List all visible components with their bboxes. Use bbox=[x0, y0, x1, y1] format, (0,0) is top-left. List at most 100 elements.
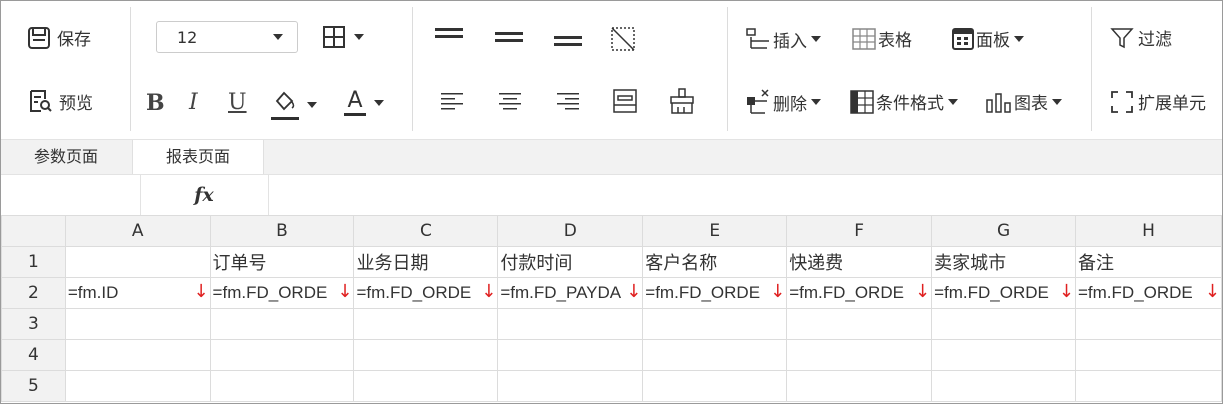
paint-bucket-icon bbox=[271, 89, 299, 121]
spreadsheet-grid: A B C D E F G H 1 订单号 业务日期 付款时间 客户名称 快递费… bbox=[1, 215, 1222, 402]
cell-b2[interactable]: =fm.FD_ORDE ↓ bbox=[209, 277, 355, 309]
grid-cell[interactable] bbox=[786, 308, 933, 340]
insert-button[interactable]: 插入 bbox=[745, 26, 821, 52]
grid-cell[interactable] bbox=[209, 370, 355, 402]
fx-icon[interactable]: fx bbox=[140, 175, 269, 215]
cell-formula: =fm.FD_ORDE bbox=[645, 283, 761, 302]
delete-button[interactable]: 删除 bbox=[745, 89, 821, 115]
grid-cell[interactable] bbox=[497, 339, 644, 371]
grid-cell[interactable] bbox=[786, 339, 933, 371]
cell-h1[interactable]: 备注 bbox=[1075, 246, 1222, 278]
preview-label: 预览 bbox=[59, 93, 93, 114]
row-header[interactable]: 4 bbox=[1, 339, 66, 371]
chevron-down-icon bbox=[811, 36, 821, 42]
preview-button[interactable]: 预览 bbox=[27, 88, 93, 114]
column-header-b[interactable]: B bbox=[209, 215, 355, 247]
font-size-select[interactable]: 12 bbox=[156, 21, 298, 53]
grid-cell[interactable] bbox=[1075, 308, 1222, 340]
expand-down-arrow-icon: ↓ bbox=[626, 281, 642, 302]
cell-g2[interactable]: =fm.FD_ORDE ↓ bbox=[931, 277, 1076, 309]
column-header-g[interactable]: G bbox=[931, 215, 1076, 247]
filter-button[interactable]: 过滤 bbox=[1110, 25, 1172, 50]
grid-cell[interactable] bbox=[209, 339, 355, 371]
bold-button[interactable]: B bbox=[146, 90, 165, 116]
clear-border-button[interactable] bbox=[610, 26, 636, 52]
grid-cell[interactable] bbox=[64, 308, 211, 340]
align-top-button[interactable] bbox=[435, 27, 463, 43]
panel-button[interactable]: 面板 bbox=[952, 26, 1024, 51]
cell-a1[interactable] bbox=[64, 246, 211, 278]
cell-f2[interactable]: =fm.FD_ORDE ↓ bbox=[786, 277, 933, 309]
table-button[interactable]: 表格 bbox=[852, 26, 912, 51]
align-center-button[interactable] bbox=[499, 91, 521, 111]
grid-cell[interactable] bbox=[353, 339, 499, 371]
grid-cell[interactable] bbox=[931, 339, 1076, 371]
grid-cell[interactable] bbox=[209, 308, 355, 340]
corner-cell[interactable] bbox=[1, 215, 66, 247]
grid-cell[interactable] bbox=[64, 339, 211, 371]
border-grid-icon bbox=[322, 25, 346, 49]
column-header-h[interactable]: H bbox=[1075, 215, 1222, 247]
align-right-button[interactable] bbox=[557, 91, 579, 111]
cell-h2[interactable]: =fm.FD_ORDE ↓ bbox=[1075, 277, 1222, 309]
cell-g1[interactable]: 卖家城市 bbox=[931, 246, 1076, 278]
row-header[interactable]: 2 bbox=[1, 277, 66, 309]
grid-cell[interactable] bbox=[642, 308, 788, 340]
grid-cell[interactable] bbox=[786, 370, 933, 402]
tab-parameter-page[interactable]: 参数页面 bbox=[1, 140, 131, 174]
grid-cell[interactable] bbox=[353, 370, 499, 402]
font-color-letter: A bbox=[347, 88, 363, 113]
border-button[interactable] bbox=[322, 25, 364, 49]
cell-f1[interactable]: 快递费 bbox=[786, 246, 933, 278]
grid-cell[interactable] bbox=[497, 370, 644, 402]
row-header[interactable]: 3 bbox=[1, 308, 66, 340]
column-header-f[interactable]: F bbox=[786, 215, 933, 247]
cell-c2[interactable]: =fm.FD_ORDE ↓ bbox=[353, 277, 499, 309]
grid-cell[interactable] bbox=[64, 370, 211, 402]
formula-input[interactable] bbox=[269, 175, 1222, 215]
column-header-a[interactable]: A bbox=[64, 215, 211, 247]
chevron-down-icon bbox=[811, 99, 821, 105]
toolbar-separator bbox=[412, 7, 413, 131]
clear-format-button[interactable] bbox=[668, 87, 696, 115]
grid-row: 3 bbox=[1, 308, 1222, 340]
grid-cell[interactable] bbox=[931, 370, 1076, 402]
tab-report-page[interactable]: 报表页面 bbox=[132, 140, 264, 174]
row-header[interactable]: 5 bbox=[1, 370, 66, 402]
column-header-e[interactable]: E bbox=[642, 215, 788, 247]
align-left-button[interactable] bbox=[441, 91, 463, 111]
column-header-c[interactable]: C bbox=[353, 215, 499, 247]
underline-button[interactable]: U bbox=[228, 90, 247, 115]
cell-e1[interactable]: 客户名称 bbox=[642, 246, 788, 278]
fill-color-button[interactable] bbox=[271, 89, 317, 121]
wrap-text-button[interactable] bbox=[612, 88, 638, 114]
grid-cell[interactable] bbox=[1075, 370, 1222, 402]
expand-down-arrow-icon: ↓ bbox=[337, 281, 353, 302]
expand-cell-button[interactable]: 扩展单元 bbox=[1110, 89, 1206, 114]
chart-button[interactable]: 图表 bbox=[986, 89, 1062, 114]
cell-d1[interactable]: 付款时间 bbox=[497, 246, 644, 278]
cell-d2[interactable]: =fm.FD_PAYDA ↓ bbox=[497, 277, 644, 309]
cell-a2[interactable]: =fm.ID ↓ bbox=[64, 277, 211, 309]
save-button[interactable]: 保存 bbox=[27, 25, 91, 50]
cell-c1[interactable]: 业务日期 bbox=[353, 246, 499, 278]
grid-cell[interactable] bbox=[931, 308, 1076, 340]
column-header-d[interactable]: D bbox=[497, 215, 644, 247]
grid-cell[interactable] bbox=[1075, 339, 1222, 371]
align-middle-button[interactable] bbox=[495, 31, 523, 47]
cell-b1[interactable]: 订单号 bbox=[209, 246, 355, 278]
expand-down-arrow-icon: ↓ bbox=[770, 281, 786, 302]
grid-cell[interactable] bbox=[642, 339, 788, 371]
grid-cell[interactable] bbox=[497, 308, 644, 340]
conditional-format-button[interactable]: 条件格式 bbox=[850, 89, 958, 114]
grid-row: 1 订单号 业务日期 付款时间 客户名称 快递费 卖家城市 备注 bbox=[1, 246, 1222, 278]
grid-cell[interactable] bbox=[353, 308, 499, 340]
row-header[interactable]: 1 bbox=[1, 246, 66, 278]
grid-cell[interactable] bbox=[642, 370, 788, 402]
formula-bar: fx bbox=[1, 174, 1222, 216]
italic-button[interactable]: I bbox=[189, 90, 198, 115]
font-color-button[interactable]: A bbox=[344, 89, 384, 116]
cell-name-box[interactable] bbox=[1, 175, 141, 215]
align-bottom-button[interactable] bbox=[554, 35, 582, 51]
cell-e2[interactable]: =fm.FD_ORDE ↓ bbox=[642, 277, 788, 309]
